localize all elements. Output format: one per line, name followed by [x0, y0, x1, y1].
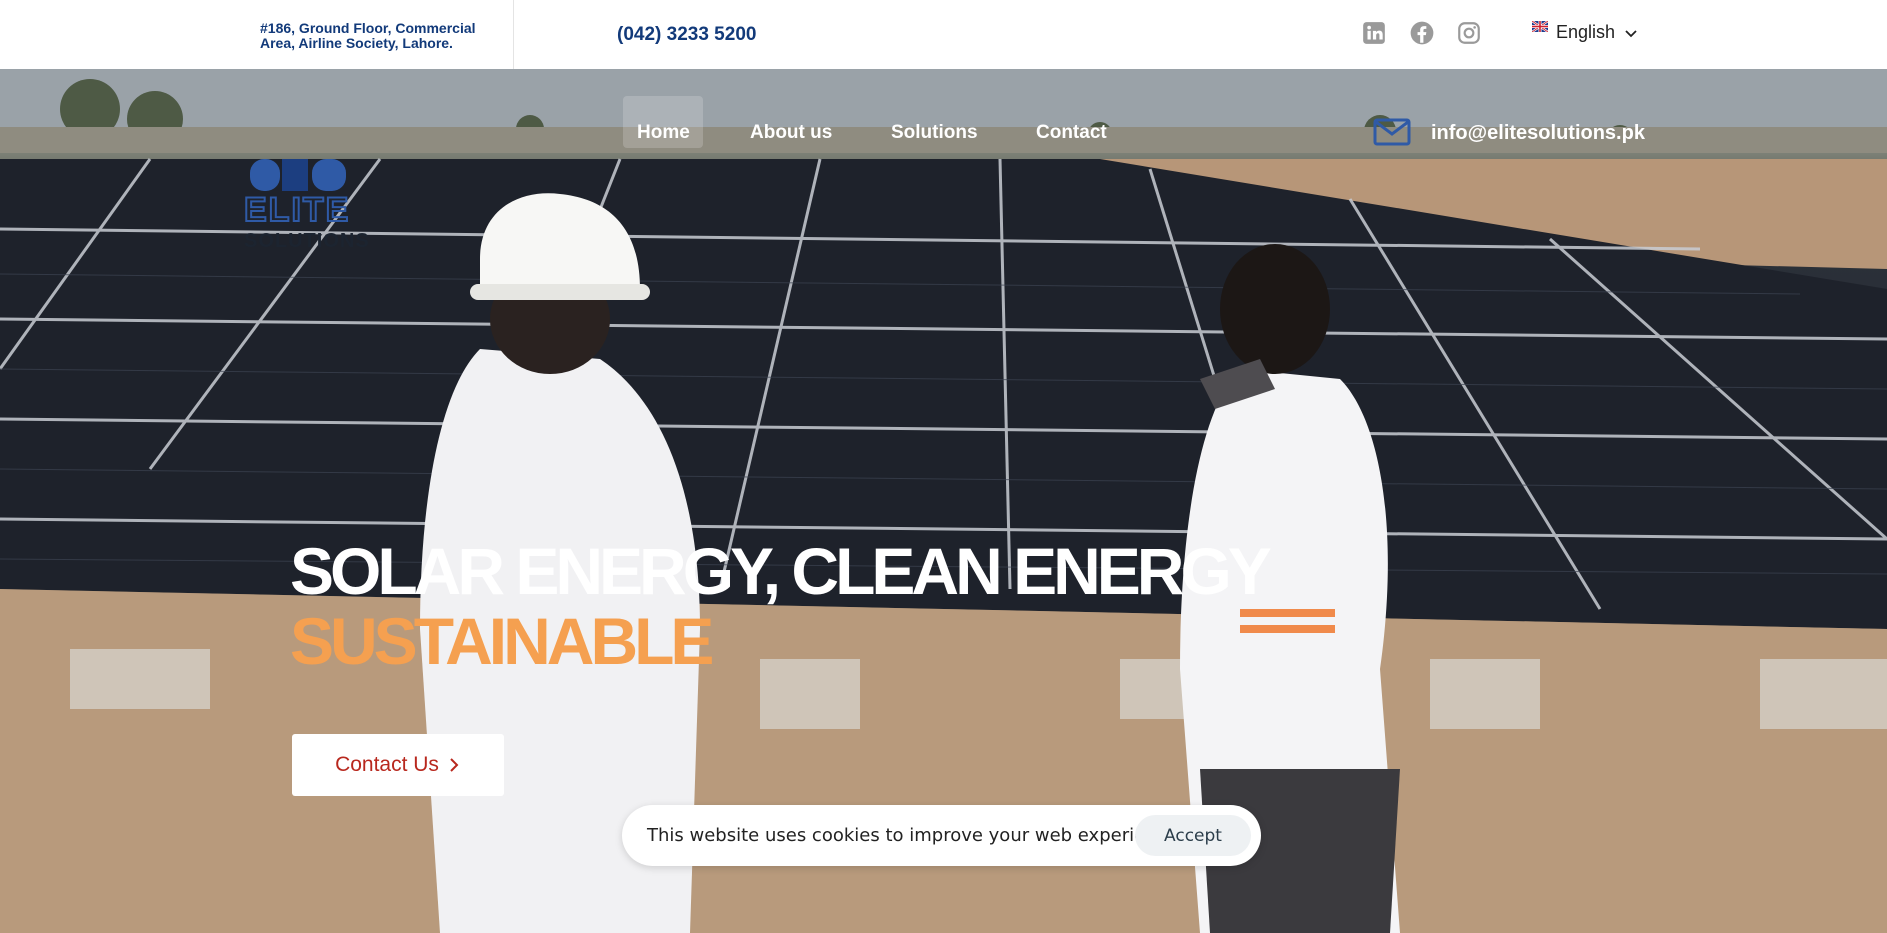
chevron-down-icon [1625, 30, 1637, 38]
logo-line1: ELITE [244, 191, 350, 229]
contact-email-link[interactable]: info@elitesolutions.pk [1431, 122, 1645, 145]
nav-solutions[interactable]: Solutions [891, 122, 978, 144]
language-selector[interactable]: English [1532, 19, 1639, 47]
uk-flag-icon [1532, 21, 1548, 32]
company-address: #186, Ground Floor, Commercial Area, Air… [260, 20, 476, 51]
language-label: English [1556, 22, 1616, 42]
topbar-divider [513, 0, 514, 69]
accept-cookies-button[interactable]: Accept [1135, 815, 1251, 856]
top-info-bar: #186, Ground Floor, Commercial Area, Air… [0, 0, 1887, 69]
logo-line2: SOLUTIONS [244, 230, 370, 251]
nav-contact[interactable]: Contact [1036, 122, 1107, 144]
hero-headline: SOLAR ENERGY, CLEAN ENERGY [290, 534, 1272, 608]
mail-icon [1373, 118, 1411, 146]
elite-solutions-logo[interactable]: ELITE SOLUTIONS [242, 155, 372, 251]
chevron-right-icon [450, 758, 459, 772]
hero-headline-accent: SUSTAINABLE [290, 604, 714, 678]
cookie-banner: This website uses cookies to improve you… [622, 805, 1261, 866]
instagram-icon[interactable] [1456, 20, 1482, 46]
nav-about-us[interactable]: About us [750, 122, 832, 144]
cookie-message: This website uses cookies to improve you… [647, 825, 1184, 846]
linkedin-icon[interactable] [1361, 20, 1387, 46]
nav-home[interactable]: Home [637, 122, 690, 144]
hero-section: ELITE SOLUTIONS [0, 69, 1887, 933]
phone-number[interactable]: (042) 3233 5200 [617, 24, 756, 46]
facebook-icon[interactable] [1409, 20, 1435, 46]
contact-us-button[interactable]: Contact Us [292, 734, 504, 796]
contact-us-label: Contact Us [335, 753, 439, 776]
